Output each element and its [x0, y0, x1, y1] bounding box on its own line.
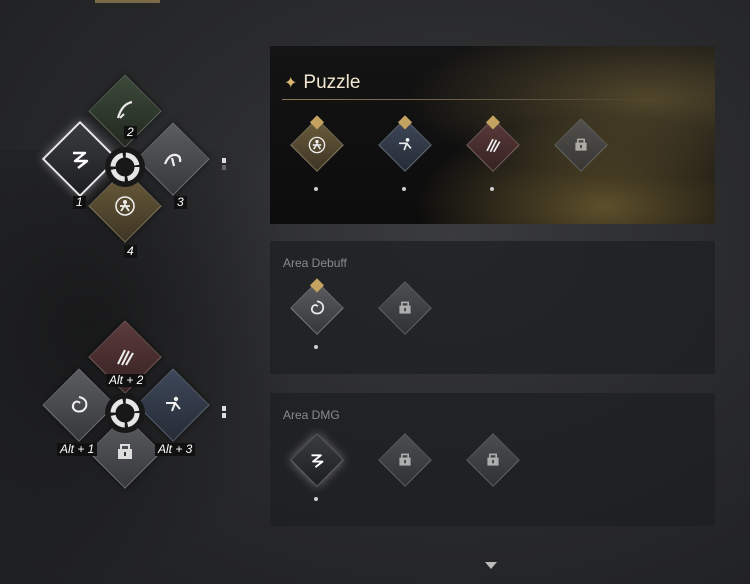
- puzzle-title-text: Puzzle: [303, 72, 361, 93]
- wheel1-key-4: 4: [124, 245, 137, 258]
- wheel1-hub: [105, 147, 145, 187]
- lock-icon: [399, 453, 411, 466]
- vortex-icon: [310, 300, 325, 315]
- puzzle-skill-3[interactable]: [466, 118, 520, 172]
- skill-wheel-2: Alt + 2 Alt + 1 Alt + 3: [30, 316, 240, 526]
- dmg-skill-1[interactable]: [290, 433, 344, 487]
- wheel1-key-3: 3: [174, 196, 187, 209]
- puzzle-skill-1-dot: [314, 187, 318, 191]
- lock-icon: [487, 453, 499, 466]
- wheel2-key-2: Alt + 2: [106, 374, 147, 387]
- debuff-skill-locked[interactable]: [378, 281, 432, 335]
- vortex-icon: [71, 396, 88, 413]
- title-divider: [282, 99, 669, 100]
- wheel1-key-2: 2: [124, 126, 137, 139]
- archer-icon: [115, 196, 135, 216]
- archer-icon: [308, 136, 326, 154]
- dmg-skill-locked-2[interactable]: [466, 433, 520, 487]
- wheel2-hub: [105, 393, 145, 433]
- lock-icon: [399, 301, 411, 314]
- puzzle-title: ✦ Puzzle: [284, 72, 360, 94]
- claw-icon: [486, 138, 501, 153]
- puzzle-panel: ✦ Puzzle: [270, 46, 715, 224]
- sparkle-icon: ✦: [284, 75, 298, 92]
- wheel1-key-1: 1: [73, 196, 86, 209]
- skill-wheel-1: 2 1 3 4: [30, 70, 240, 280]
- ring-icon: [110, 152, 140, 182]
- dmg-skill-1-dot: [314, 497, 318, 501]
- lock-icon: [118, 444, 132, 459]
- wheel2-key-3: Alt + 3: [155, 443, 196, 456]
- area-debuff-title: Area Debuff: [283, 256, 347, 270]
- area-dmg-panel: Area DMG: [270, 393, 715, 526]
- kick-icon: [166, 396, 181, 412]
- scroll-down-arrow[interactable]: [485, 562, 497, 569]
- wheel1-page-indicator[interactable]: [222, 158, 226, 172]
- puzzle-skill-locked[interactable]: [554, 118, 608, 172]
- blade-icon: [116, 100, 133, 119]
- puzzle-skill-2-dot: [402, 187, 406, 191]
- area-debuff-panel: Area Debuff: [270, 241, 715, 374]
- debuff-skill-1[interactable]: [290, 281, 344, 335]
- puzzle-skill-1[interactable]: [290, 118, 344, 172]
- wheel2-page-indicator[interactable]: [222, 406, 226, 420]
- dmg-skill-locked-1[interactable]: [378, 433, 432, 487]
- puzzle-skill-3-dot: [490, 187, 494, 191]
- ring-icon: [110, 398, 140, 428]
- puzzle-skill-2[interactable]: [378, 118, 432, 172]
- lock-icon: [575, 138, 587, 151]
- lightning-icon: [311, 454, 324, 468]
- beast-icon: [163, 153, 182, 167]
- wheel2-key-1: Alt + 1: [57, 443, 98, 456]
- kick-icon: [399, 138, 412, 151]
- claw-icon: [117, 349, 134, 366]
- area-dmg-title: Area DMG: [283, 408, 340, 422]
- lightning-icon: [73, 151, 89, 169]
- debuff-skill-1-dot: [314, 345, 318, 349]
- top-accent-line: [95, 0, 160, 3]
